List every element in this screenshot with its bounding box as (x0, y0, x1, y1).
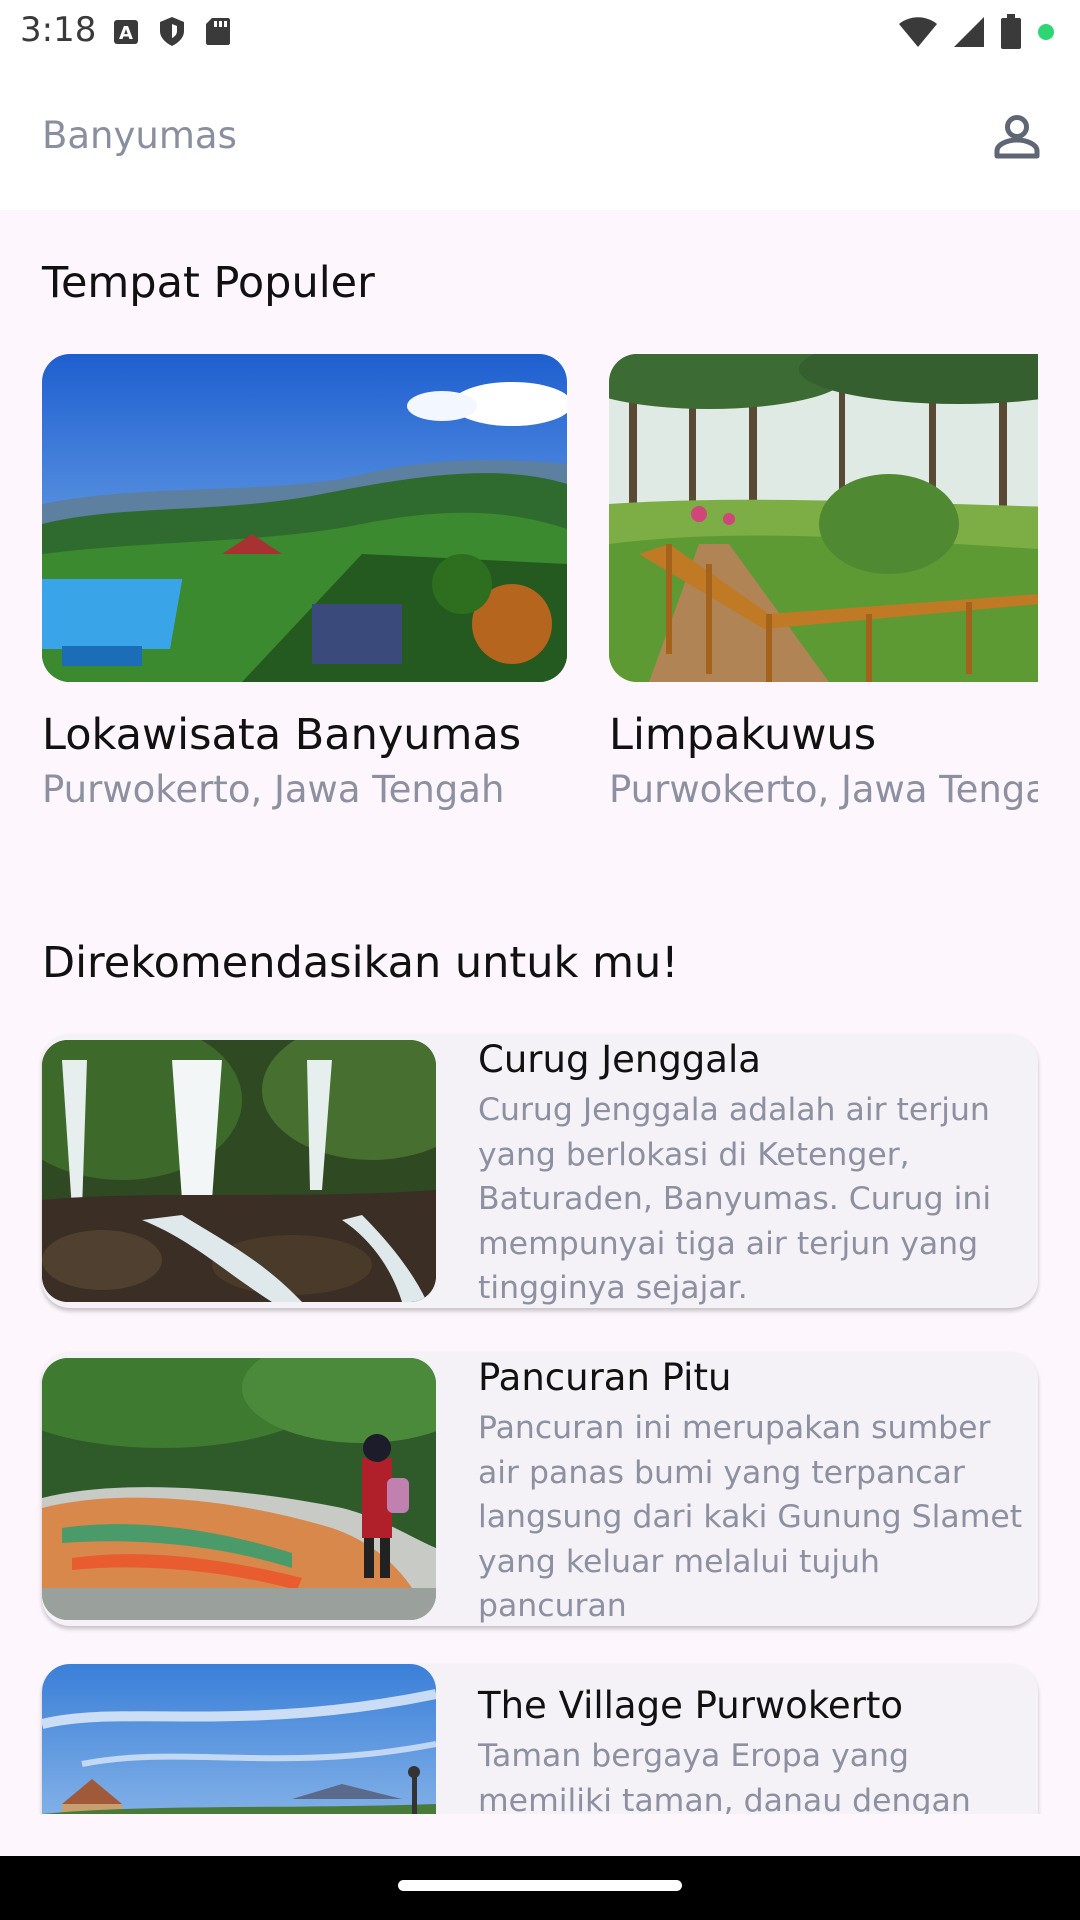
recommended-card-description: Curug Jenggala adalah air terjun yang be… (478, 1092, 992, 1306)
shield-icon (158, 14, 186, 48)
sd-card-icon (204, 14, 232, 48)
app-title: Banyumas (42, 114, 237, 157)
popular-card-limpakuwus[interactable]: Limpakuwus Purwokerto, Jawa Tengah (609, 354, 1038, 811)
scroll-content[interactable]: Tempat Populer Lokawisata Banyumas Purwo… (0, 210, 1080, 1814)
recommended-card-curug-jenggala[interactable]: Curug Jenggala Curug Jenggala adalah air… (42, 1034, 1038, 1308)
popular-carousel[interactable]: Lokawisata Banyumas Purwokerto, Jawa Ten… (42, 354, 1038, 824)
status-bar: 3:18 A (0, 0, 1080, 64)
recommended-card-description: Taman bergaya Eropa yang memiliki taman,… (478, 1738, 971, 1814)
person-icon (994, 115, 1040, 159)
pine-forest-bridge-photo (609, 354, 1038, 682)
wifi-icon (898, 15, 938, 49)
popular-section-title: Tempat Populer (42, 258, 375, 308)
profile-button[interactable] (992, 112, 1042, 162)
village-sky-photo (42, 1664, 436, 1814)
recommended-card-name: Curug Jenggala (478, 1038, 761, 1081)
camera-active-dot-icon (1036, 22, 1056, 42)
mountain-resort-pool-photo (42, 354, 567, 682)
home-gesture-handle[interactable] (398, 1880, 682, 1891)
recommended-card-name: The Village Purwokerto (478, 1684, 904, 1727)
recommended-card-pancuran-pitu[interactable]: Pancuran Pitu Pancuran ini merupakan sum… (42, 1352, 1038, 1626)
svg-text:A: A (119, 23, 133, 44)
recommended-card-description: Pancuran ini merupakan sumber air panas … (478, 1410, 1023, 1624)
recommended-card-village-purwokerto[interactable]: The Village Purwokerto Taman bergaya Ero… (42, 1664, 1038, 1814)
recommended-card-name: Pancuran Pitu (478, 1356, 732, 1399)
battery-icon (1000, 14, 1022, 50)
status-time: 3:18 (20, 10, 97, 50)
cell-signal-icon (952, 15, 986, 49)
popular-card-lokawisata[interactable]: Lokawisata Banyumas Purwokerto, Jawa Ten… (42, 354, 567, 811)
popular-card-location: Purwokerto, Jawa Tengah (609, 768, 1038, 811)
waterfall-photo (42, 1040, 436, 1302)
app-bar: Banyumas (0, 64, 1080, 210)
popular-card-location: Purwokerto, Jawa Tengah (42, 768, 505, 811)
hot-spring-photo (42, 1358, 436, 1620)
content-bottom-spacer (0, 1814, 1080, 1856)
a-notification-icon: A (112, 14, 140, 48)
popular-card-name: Limpakuwus (609, 710, 877, 760)
recommended-section-title: Direkomendasikan untuk mu! (42, 938, 679, 988)
popular-card-name: Lokawisata Banyumas (42, 710, 522, 760)
